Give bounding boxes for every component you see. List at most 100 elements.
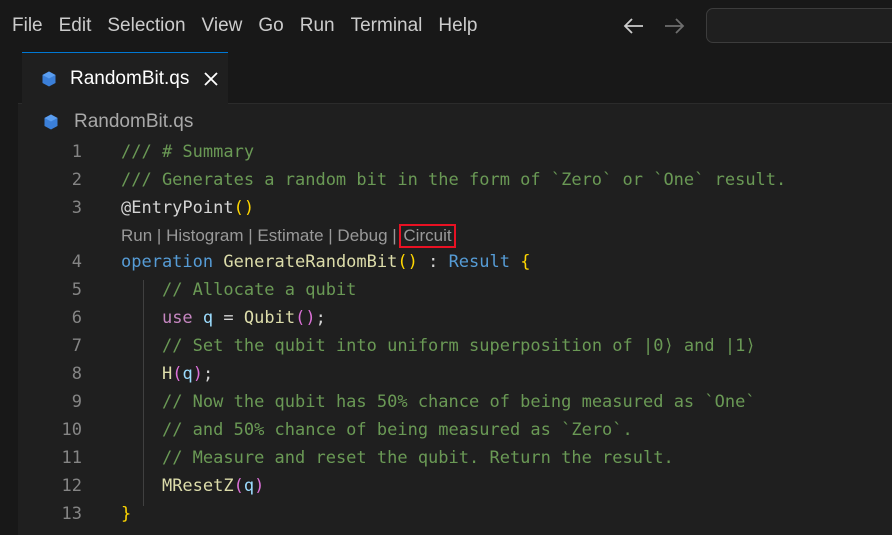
- code-text: // Now the qubit has 50% chance of being…: [121, 388, 756, 416]
- line-number: 8: [71, 364, 82, 384]
- line-number: 9: [71, 392, 82, 412]
- code-editor[interactable]: Run | Histogram | Estimate | Debug | Cir…: [18, 138, 892, 535]
- command-center-search[interactable]: [706, 8, 892, 43]
- line-number: 13: [61, 504, 82, 524]
- code-token: GenerateRandomBit: [223, 252, 398, 272]
- code-token: // and 50% chance of being measured as `…: [161, 420, 633, 440]
- editor-tab-bar: RandomBit.qs: [18, 52, 892, 104]
- qsharp-file-icon: [42, 70, 58, 88]
- line-number: 1: [71, 142, 82, 162]
- line-number: 3: [71, 198, 82, 218]
- code-token: /// Generates a random bit in the form o…: [121, 170, 787, 190]
- menu-go[interactable]: Go: [250, 0, 291, 52]
- code-text: // Allocate a qubit: [121, 276, 356, 304]
- codelens-run[interactable]: Run: [121, 226, 152, 246]
- menu-view[interactable]: View: [194, 0, 251, 52]
- menu-run[interactable]: Run: [292, 0, 343, 52]
- code-token: MResetZ: [161, 476, 234, 496]
- tab-randombit[interactable]: RandomBit.qs: [22, 52, 228, 104]
- arrow-right-icon[interactable]: [654, 17, 694, 35]
- code-token: operation: [121, 252, 224, 272]
- code-text: // and 50% chance of being measured as `…: [121, 416, 633, 444]
- code-line[interactable]: 13}: [18, 500, 892, 528]
- breadcrumb: RandomBit.qs: [44, 108, 193, 136]
- line-number: 5: [71, 280, 82, 300]
- arrow-left-icon[interactable]: [614, 17, 654, 35]
- code-text: // Set the qubit into uniform superposit…: [121, 332, 756, 360]
- code-text: MResetZ(q): [121, 472, 264, 500]
- code-line[interactable]: 5 // Allocate a qubit: [18, 276, 892, 304]
- code-line[interactable]: 3 @EntryPoint(): [18, 194, 892, 222]
- code-text: /// Generates a random bit in the form o…: [121, 166, 786, 194]
- codelens-bar: Run | Histogram | Estimate | Debug | Cir…: [121, 224, 456, 248]
- codelens-estimate[interactable]: Estimate: [257, 226, 323, 246]
- code-token: ;: [315, 308, 326, 328]
- code-token: use: [161, 308, 193, 328]
- code-token: // Allocate a qubit: [161, 280, 357, 300]
- code-line[interactable]: 6 use q = Qubit();: [18, 304, 892, 332]
- line-number: 12: [61, 476, 82, 496]
- title-bar: File Edit Selection View Go Run Terminal…: [0, 0, 892, 52]
- code-token: (): [397, 252, 418, 272]
- code-line[interactable]: 7 // Set the qubit into uniform superpos…: [18, 332, 892, 360]
- code-line[interactable]: 10 // and 50% chance of being measured a…: [18, 416, 892, 444]
- codelens-separator: |: [243, 226, 258, 245]
- code-line[interactable]: 11 // Measure and reset the qubit. Retur…: [18, 444, 892, 472]
- tab-label: RandomBit.qs: [70, 67, 190, 89]
- code-text: /// # Summary: [121, 138, 254, 166]
- line-number: 7: [71, 336, 82, 356]
- code-token: :: [417, 252, 449, 272]
- code-token: q: [202, 308, 214, 328]
- menu-edit[interactable]: Edit: [51, 0, 100, 52]
- menu-bar: File Edit Selection View Go Run Terminal…: [0, 0, 486, 52]
- codelens-histogram[interactable]: Histogram: [166, 226, 243, 246]
- menu-terminal[interactable]: Terminal: [343, 0, 431, 52]
- code-line[interactable]: 2 /// Generates a random bit in the form …: [18, 166, 892, 194]
- menu-file[interactable]: File: [4, 0, 51, 52]
- code-token: q: [182, 364, 193, 384]
- code-line[interactable]: 8 H(q);: [18, 360, 892, 388]
- code-line[interactable]: 12 MResetZ(q): [18, 472, 892, 500]
- close-icon[interactable]: [201, 69, 221, 89]
- code-token: @EntryPoint: [121, 198, 234, 218]
- code-token: H: [161, 364, 173, 384]
- code-token: ): [254, 476, 265, 496]
- code-text: H(q);: [121, 360, 213, 388]
- menu-selection[interactable]: Selection: [99, 0, 193, 52]
- codelens-separator: |: [323, 226, 338, 245]
- code-token: Qubit: [243, 308, 296, 328]
- code-token: =: [213, 308, 244, 328]
- code-token: Result: [448, 252, 510, 272]
- breadcrumb-file[interactable]: RandomBit.qs: [74, 111, 193, 133]
- line-number: 10: [61, 420, 82, 440]
- code-token: // Set the qubit into uniform superposit…: [161, 336, 756, 356]
- code-token: // Measure and reset the qubit. Return t…: [161, 448, 674, 468]
- code-token: (: [172, 364, 183, 384]
- code-text: use q = Qubit();: [121, 304, 326, 332]
- code-token: }: [121, 504, 132, 524]
- code-text: @EntryPoint(): [121, 194, 254, 222]
- code-line[interactable]: 1 /// # Summary: [18, 138, 892, 166]
- menu-help[interactable]: Help: [430, 0, 485, 52]
- code-token: /// # Summary: [121, 142, 255, 162]
- codelens-debug[interactable]: Debug: [337, 226, 387, 246]
- line-number: 4: [71, 252, 82, 272]
- code-token: {: [520, 252, 531, 272]
- codelens-circuit[interactable]: Circuit: [399, 224, 456, 248]
- code-token: (): [295, 308, 316, 328]
- qsharp-file-icon: [44, 113, 60, 131]
- activity-bar-edge: [0, 52, 18, 535]
- code-token: (: [233, 476, 244, 496]
- code-line[interactable]: 9 // Now the qubit has 50% chance of bei…: [18, 388, 892, 416]
- code-token: // Now the qubit has 50% chance of being…: [161, 392, 756, 412]
- code-line[interactable]: 4 operation GenerateRandomBit() : Result …: [18, 248, 892, 276]
- line-number: 6: [71, 308, 82, 328]
